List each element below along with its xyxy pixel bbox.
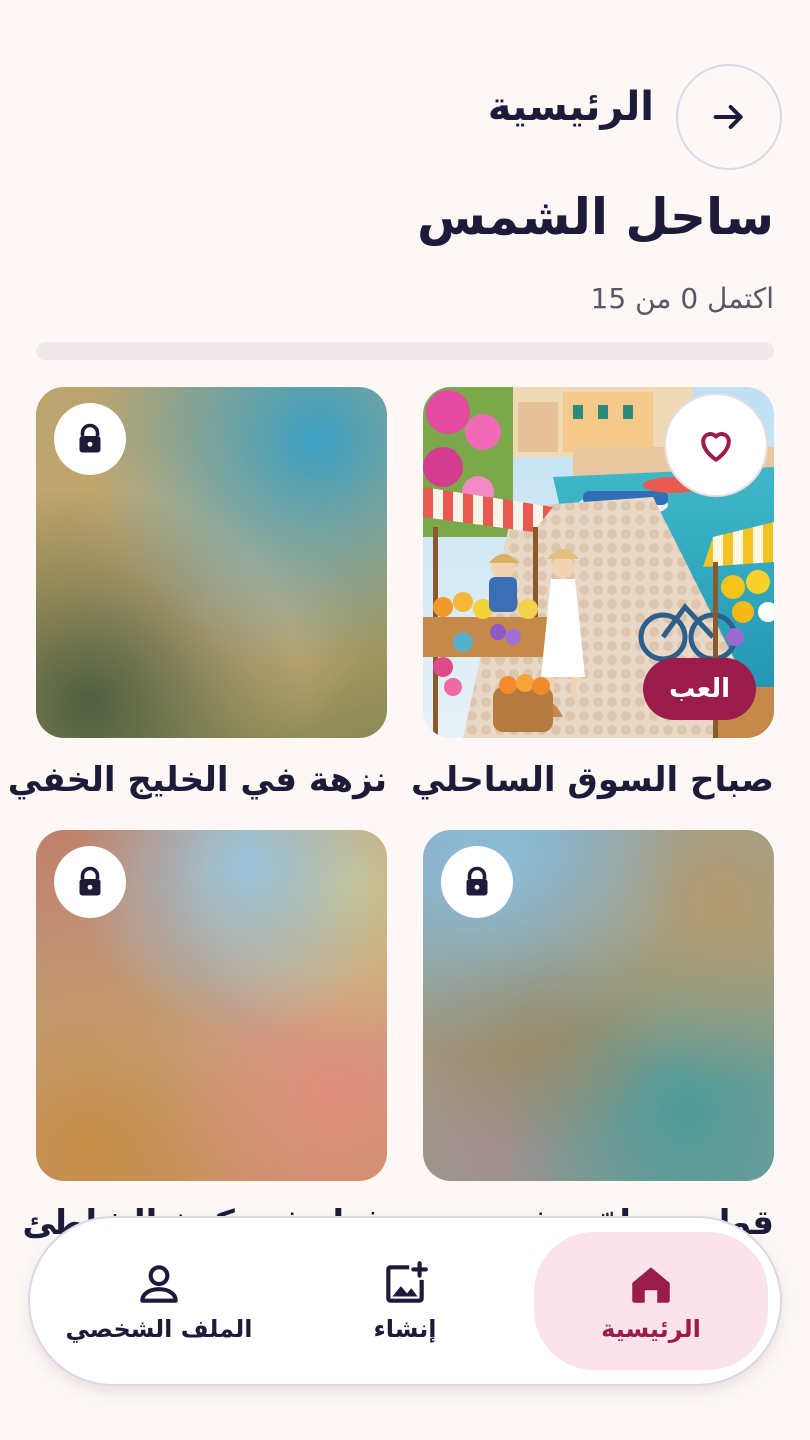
story-card[interactable]: غداء في كوخ الشاطئ bbox=[22, 830, 387, 1243]
lock-icon bbox=[466, 866, 488, 896]
home-icon bbox=[632, 1267, 670, 1303]
nav-label-create: إنشاء bbox=[373, 1315, 437, 1343]
card-title: صباح السوق الساحلي bbox=[411, 760, 774, 800]
card-image-locked[interactable] bbox=[423, 830, 774, 1181]
story-card[interactable]: قوارب ملوّنة في... bbox=[423, 830, 774, 1243]
bottom-nav: الرئيسية إنشاء الملف الشخصي bbox=[28, 1216, 782, 1386]
favorite-button[interactable] bbox=[664, 393, 768, 497]
lock-icon bbox=[79, 866, 101, 896]
nav-item-profile[interactable]: الملف الشخصي bbox=[42, 1232, 276, 1370]
back-button[interactable] bbox=[676, 64, 782, 170]
lock-badge bbox=[54, 846, 126, 918]
user-icon bbox=[140, 1265, 178, 1303]
page-title: ساحل الشمس bbox=[416, 188, 774, 246]
header: الرئيسية bbox=[0, 62, 810, 172]
add-image-icon bbox=[386, 1261, 428, 1303]
progress-text: اكتمل 0 من 15 bbox=[590, 282, 774, 315]
nav-item-create[interactable]: إنشاء bbox=[288, 1232, 522, 1370]
story-card[interactable]: العب صباح السوق الساحلي bbox=[411, 387, 774, 800]
card-image-locked[interactable] bbox=[36, 387, 387, 738]
play-button[interactable]: العب bbox=[643, 658, 756, 720]
lock-badge bbox=[441, 846, 513, 918]
nav-label-profile: الملف الشخصي bbox=[65, 1315, 253, 1343]
heart-icon bbox=[701, 432, 731, 462]
story-card[interactable]: نزهة في الخليج الخفي bbox=[7, 387, 387, 800]
nav-label-home: الرئيسية bbox=[601, 1315, 701, 1343]
card-image-locked[interactable] bbox=[36, 830, 387, 1181]
lock-icon bbox=[79, 423, 101, 453]
breadcrumb[interactable]: الرئيسية bbox=[488, 84, 654, 130]
arrow-right-icon bbox=[713, 105, 743, 129]
lock-badge bbox=[54, 403, 126, 475]
nav-item-home[interactable]: الرئيسية bbox=[534, 1232, 768, 1370]
progress-bar bbox=[36, 342, 774, 360]
card-title: نزهة في الخليج الخفي bbox=[7, 760, 387, 800]
card-image[interactable]: العب bbox=[423, 387, 774, 738]
